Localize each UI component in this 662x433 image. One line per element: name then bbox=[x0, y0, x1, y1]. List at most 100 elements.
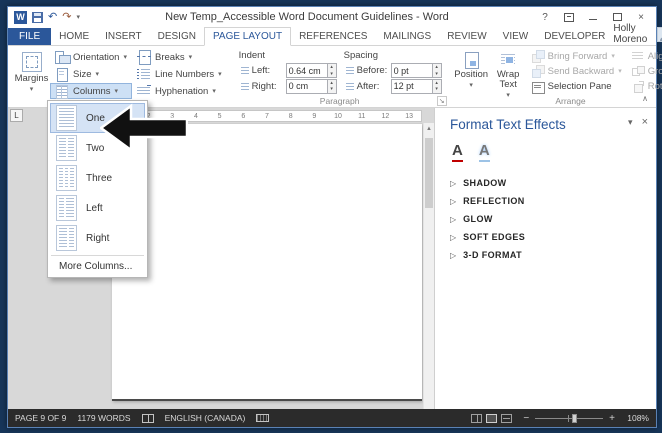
columns-menu-item-three[interactable]: Three bbox=[50, 163, 145, 193]
indent-right-spin-buttons[interactable]: ▴ ▾ bbox=[326, 79, 336, 93]
breaks-button[interactable]: Breaks ▾ bbox=[132, 49, 227, 65]
spacing-before-stepper[interactable]: ▴▾ bbox=[390, 63, 442, 79]
pane-close-icon[interactable]: × bbox=[642, 117, 648, 128]
rotate-button[interactable]: Rotate ▾ bbox=[627, 80, 662, 94]
tab-page-layout[interactable]: PAGE LAYOUT bbox=[203, 27, 292, 46]
tab-insert[interactable]: INSERT bbox=[97, 28, 150, 45]
save-icon[interactable] bbox=[32, 11, 43, 23]
zoom-slider-thumb[interactable] bbox=[572, 413, 578, 423]
tab-mailings[interactable]: MAILINGS bbox=[375, 28, 439, 45]
zoom-control: − + 108% bbox=[523, 413, 649, 424]
section-glow[interactable]: ▷ GLOW bbox=[450, 210, 650, 228]
spin-down-icon[interactable]: ▾ bbox=[328, 71, 336, 78]
size-button[interactable]: Size ▾ bbox=[50, 66, 132, 82]
pane-sections: ▷ SHADOW ▷ REFLECTION ▷ GLOW ▷ SOFT EDGE… bbox=[450, 174, 650, 264]
size-icon bbox=[55, 67, 69, 82]
tab-selector-icon[interactable]: L bbox=[10, 109, 23, 122]
align-button[interactable]: Align ▾ bbox=[627, 49, 662, 63]
proofing-book-icon[interactable] bbox=[141, 413, 154, 423]
word-count[interactable]: 1179 WORDS bbox=[77, 413, 130, 423]
section-3d-format[interactable]: ▷ 3-D FORMAT bbox=[450, 246, 650, 264]
columns-menu-item-left[interactable]: Left bbox=[50, 193, 145, 223]
section-soft-edges[interactable]: ▷ SOFT EDGES bbox=[450, 228, 650, 246]
language-indicator[interactable]: ENGLISH (CANADA) bbox=[165, 413, 246, 423]
indent-left-spin-buttons[interactable]: ▴ ▾ bbox=[326, 64, 336, 78]
help-icon[interactable]: ? bbox=[534, 10, 556, 25]
text-effects-icon[interactable]: A bbox=[478, 142, 490, 162]
indent-right-input[interactable] bbox=[286, 79, 327, 93]
keyboard-icon[interactable] bbox=[256, 414, 270, 422]
tab-file[interactable]: FILE bbox=[8, 28, 52, 45]
tab-references[interactable]: REFERENCES bbox=[291, 28, 375, 45]
columns-button[interactable]: Columns ▾ bbox=[50, 83, 132, 99]
format-text-effects-pane: Format Text Effects ▾ × A A ▷ SHADOW ▷ R… bbox=[434, 108, 656, 409]
zoom-out-icon[interactable]: − bbox=[523, 413, 529, 424]
tab-developer[interactable]: DEVELOPER bbox=[536, 28, 613, 45]
redo-icon[interactable]: ↷ bbox=[62, 11, 71, 23]
scrollbar-thumb[interactable] bbox=[425, 138, 433, 208]
spacing-before-input[interactable] bbox=[391, 64, 432, 78]
tab-view[interactable]: VIEW bbox=[495, 28, 537, 45]
minimize-glyph bbox=[589, 19, 597, 20]
margins-icon bbox=[21, 52, 42, 72]
text-fill-outline-icon[interactable]: A bbox=[452, 142, 463, 162]
tab-review[interactable]: REVIEW bbox=[439, 28, 494, 45]
vertical-scrollbar[interactable]: ▲ bbox=[423, 123, 434, 409]
spacing-after-input[interactable] bbox=[391, 79, 432, 93]
menu-item-label: Right bbox=[86, 232, 110, 244]
indent-left-input[interactable] bbox=[286, 64, 327, 78]
tab-design[interactable]: DESIGN bbox=[150, 28, 204, 45]
selection-pane-label: Selection Pane bbox=[547, 81, 612, 93]
left-column-icon bbox=[56, 195, 77, 221]
margins-button[interactable]: Margins ▾ bbox=[13, 49, 50, 94]
position-button[interactable]: Position ▾ bbox=[453, 49, 490, 94]
section-reflection[interactable]: ▷ REFLECTION bbox=[450, 192, 650, 210]
group-label-text: Group bbox=[647, 65, 662, 77]
spin-down-icon[interactable]: ▾ bbox=[433, 71, 441, 78]
hyphenation-button[interactable]: Hyphenation ▾ bbox=[132, 83, 227, 99]
read-mode-icon[interactable] bbox=[471, 413, 483, 423]
more-columns-item[interactable]: More Columns... bbox=[50, 258, 145, 275]
ribbon-display-options-icon[interactable] bbox=[558, 10, 580, 25]
orientation-button[interactable]: Orientation ▾ bbox=[50, 49, 132, 65]
print-layout-icon[interactable] bbox=[486, 413, 498, 423]
spin-down-icon[interactable]: ▾ bbox=[328, 86, 336, 93]
spin-down-icon[interactable]: ▾ bbox=[433, 86, 441, 93]
group-button[interactable]: Group ▾ bbox=[627, 64, 662, 78]
collapse-ribbon-icon[interactable]: ∧ bbox=[638, 93, 652, 104]
scroll-up-icon[interactable]: ▲ bbox=[424, 123, 434, 136]
wrap-text-button[interactable]: Wrap Text ▾ bbox=[490, 49, 527, 99]
account-area[interactable]: Holly Moreno bbox=[613, 23, 662, 45]
document-page[interactable] bbox=[112, 124, 422, 401]
bring-forward-button[interactable]: Bring Forward ▾ bbox=[527, 49, 627, 64]
section-shadow[interactable]: ▷ SHADOW bbox=[450, 174, 650, 192]
undo-icon[interactable]: ↶ bbox=[48, 11, 57, 23]
paragraph-dialog-launcher-icon[interactable]: ↘ bbox=[436, 96, 447, 106]
spacing-before-icon bbox=[343, 66, 354, 76]
hyphenation-icon bbox=[137, 84, 151, 98]
spacing-after-label: After: bbox=[356, 80, 380, 92]
pane-options-icon[interactable]: ▾ bbox=[628, 117, 633, 128]
indent-left-label: Left: bbox=[251, 65, 271, 77]
zoom-level[interactable]: 108% bbox=[621, 413, 649, 423]
line-numbers-button[interactable]: Line Numbers ▾ bbox=[132, 66, 227, 82]
selection-pane-button[interactable]: Selection Pane bbox=[527, 80, 627, 94]
columns-menu-item-right[interactable]: Right bbox=[50, 223, 145, 253]
page-indicator[interactable]: PAGE 9 OF 9 bbox=[15, 413, 66, 423]
view-switcher bbox=[471, 413, 513, 423]
arrange-column-2: Align ▾ Group ▾ Rotate ▾ bbox=[627, 49, 662, 94]
send-backward-button[interactable]: Send Backward ▾ bbox=[527, 64, 627, 79]
position-icon bbox=[463, 52, 480, 69]
web-layout-icon[interactable] bbox=[501, 413, 513, 423]
indent-right-stepper[interactable]: ▴▾ bbox=[285, 78, 337, 94]
zoom-slider[interactable] bbox=[535, 413, 604, 423]
indent-left-stepper[interactable]: ▴▾ bbox=[285, 63, 337, 79]
zoom-in-icon[interactable]: + bbox=[609, 413, 615, 424]
minimize-icon[interactable] bbox=[582, 10, 604, 25]
spacing-after-stepper[interactable]: ▴▾ bbox=[390, 78, 442, 94]
spacing-after-spin-buttons[interactable]: ▴ ▾ bbox=[431, 79, 441, 93]
spacing-before-spin-buttons[interactable]: ▴ ▾ bbox=[431, 64, 441, 78]
spacing-after-icon bbox=[343, 81, 354, 91]
line-numbers-icon bbox=[137, 67, 151, 81]
tab-home[interactable]: HOME bbox=[51, 28, 97, 45]
